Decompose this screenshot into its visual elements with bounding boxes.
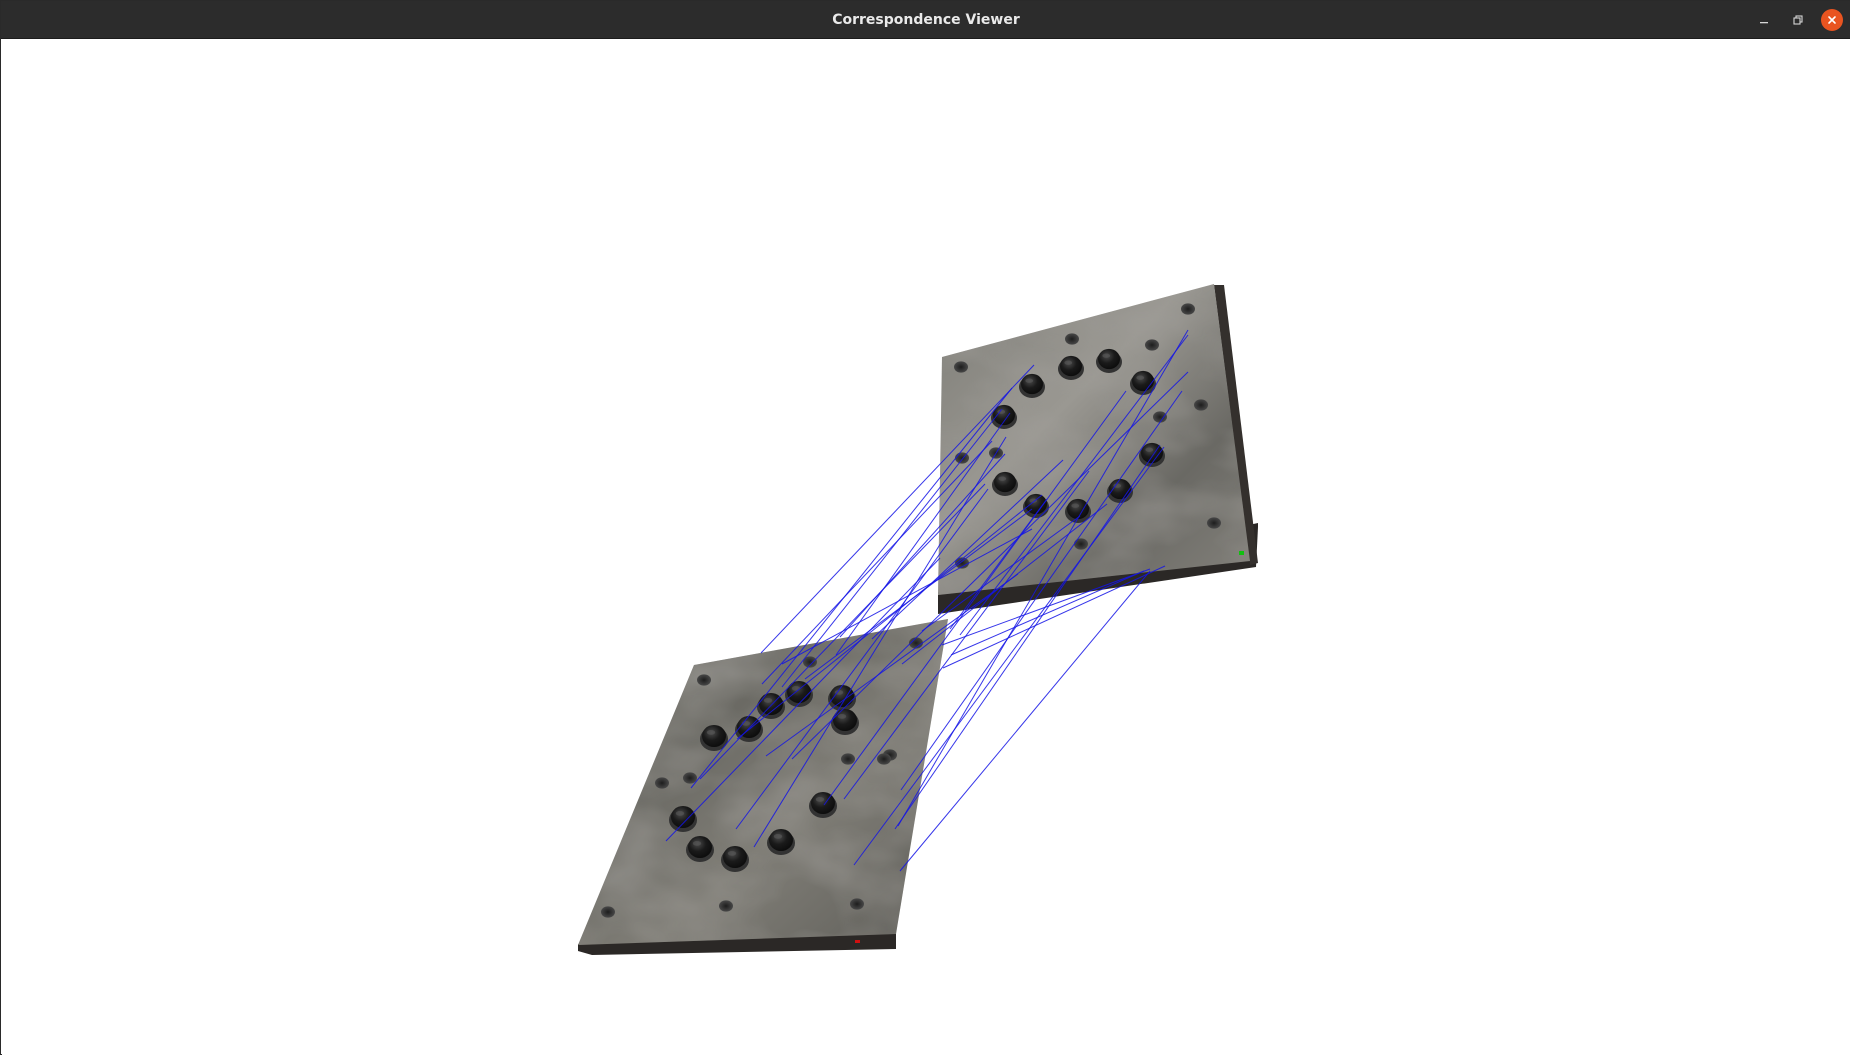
bolt-highlight bbox=[763, 698, 773, 703]
mounting-hole bbox=[954, 361, 968, 373]
bolt-highlight bbox=[692, 841, 702, 846]
maximize-button[interactable] bbox=[1787, 9, 1809, 31]
bolt-head bbox=[769, 828, 793, 852]
application-window: Correspondence Viewer bbox=[0, 0, 1850, 1055]
minimize-button[interactable] bbox=[1753, 9, 1775, 31]
bolt-highlight bbox=[998, 476, 1007, 481]
mounting-hole bbox=[1065, 333, 1079, 345]
bolt-highlight bbox=[815, 797, 825, 802]
mounting-hole bbox=[1207, 517, 1221, 529]
close-button[interactable] bbox=[1821, 9, 1843, 31]
correspondence-line bbox=[899, 570, 1151, 872]
target-plate bbox=[938, 284, 1258, 614]
bolt-head bbox=[688, 835, 712, 859]
bolt-head bbox=[1067, 498, 1089, 520]
close-icon bbox=[1828, 16, 1836, 24]
bolt-highlight bbox=[773, 834, 783, 839]
mounting-hole bbox=[1074, 538, 1088, 550]
mounting-hole bbox=[1181, 303, 1195, 315]
source-plate bbox=[578, 619, 948, 955]
source-plate-texture bbox=[578, 619, 948, 945]
mounting-hole bbox=[1153, 411, 1167, 423]
bolt-highlight bbox=[706, 730, 716, 735]
bolt-highlight bbox=[675, 811, 685, 816]
title-bar[interactable]: Correspondence Viewer bbox=[1, 1, 1850, 39]
bolt-head bbox=[994, 471, 1016, 493]
mounting-hole bbox=[850, 898, 864, 910]
bolt-highlight bbox=[727, 851, 737, 856]
bolt-highlight bbox=[1145, 447, 1154, 452]
bolt-head bbox=[1132, 370, 1154, 392]
source-marker bbox=[855, 940, 860, 943]
minimize-icon bbox=[1760, 22, 1768, 24]
window-title: Correspondence Viewer bbox=[832, 12, 1020, 28]
bolt-head bbox=[671, 805, 695, 829]
target-marker bbox=[1239, 551, 1244, 555]
bolt-head bbox=[1060, 355, 1082, 377]
mounting-hole bbox=[877, 753, 891, 765]
bolt-highlight bbox=[1071, 503, 1080, 508]
bolt-highlight bbox=[1064, 360, 1073, 365]
mounting-hole bbox=[601, 906, 615, 918]
mounting-hole bbox=[719, 900, 733, 912]
bolt-head bbox=[787, 680, 811, 704]
point-cloud-scene[interactable] bbox=[2, 39, 1850, 1055]
mounting-hole bbox=[1194, 399, 1208, 411]
restore-icon bbox=[1793, 15, 1803, 25]
bolt-head bbox=[1021, 373, 1043, 395]
mounting-hole bbox=[655, 777, 669, 789]
3d-viewport[interactable] bbox=[2, 39, 1850, 1055]
bolt-head bbox=[1098, 348, 1120, 370]
mounting-hole bbox=[841, 753, 855, 765]
target-plate-texture bbox=[938, 284, 1250, 595]
bolt-head bbox=[723, 845, 747, 869]
bolt-highlight bbox=[1025, 378, 1034, 383]
bolt-highlight bbox=[837, 714, 847, 719]
bolt-highlight bbox=[1136, 375, 1145, 380]
bolt-head bbox=[702, 724, 726, 748]
bolt-highlight bbox=[1102, 353, 1111, 358]
mounting-hole bbox=[1145, 339, 1159, 351]
mounting-hole bbox=[697, 674, 711, 686]
mounting-hole bbox=[683, 772, 697, 784]
